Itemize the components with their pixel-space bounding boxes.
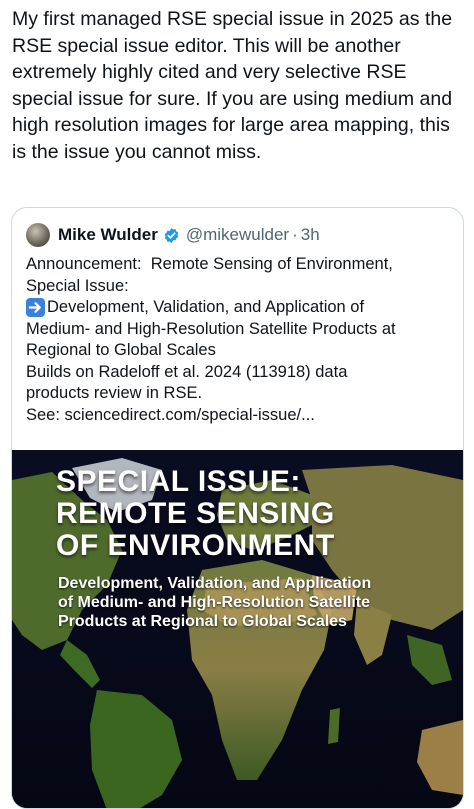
separator-dot: ·: [292, 225, 298, 244]
image-subtitle-line: of Medium- and High-Resolution Satellite: [58, 594, 370, 611]
quote-link[interactable]: See: sciencedirect.com/special-issue/...: [26, 405, 451, 427]
quote-line: Special Issue:: [26, 276, 129, 295]
quote-line: Announcement: Remote Sensing of Environm…: [26, 255, 393, 273]
quoted-post-card[interactable]: Mike Wulder @mikewulder · 3h Announcemen…: [11, 207, 464, 809]
author-name[interactable]: Mike Wulder: [58, 225, 158, 245]
post-time[interactable]: 3h: [301, 225, 320, 245]
image-title-line: OF ENVIRONMENT: [56, 529, 335, 562]
quote-line-text: Development, Validation, and Application…: [47, 298, 365, 316]
author-handle[interactable]: @mikewulder: [186, 225, 289, 245]
avatar[interactable]: [26, 223, 50, 247]
verified-badge-icon: [163, 227, 180, 244]
quote-line: Regional to Global Scales: [26, 341, 216, 359]
quote-line: products review in RSE.: [26, 384, 203, 402]
attached-image[interactable]: SPECIAL ISSUE: REMOTE SENSING OF ENVIRON…: [12, 450, 463, 808]
quoted-post-text: Announcement: Remote Sensing of Environm…: [26, 254, 451, 426]
image-title: SPECIAL ISSUE: REMOTE SENSING OF ENVIRON…: [56, 466, 335, 562]
image-title-line: REMOTE SENSING: [56, 497, 335, 530]
image-subtitle-line: Development, Validation, and Application: [58, 575, 372, 592]
post-text: My first managed RSE special issue in 20…: [12, 8, 453, 163]
image-subtitle: Development, Validation, and Application…: [58, 574, 371, 631]
image-subtitle-line: Products at Regional to Global Scales: [58, 613, 347, 630]
right-arrow-emoji-icon: [26, 298, 45, 317]
quote-line-with-emoji: Development, Validation, and Application…: [26, 297, 451, 319]
quote-line: Builds on Radeloff et al. 2024 (113918) …: [26, 362, 348, 381]
quote-line: Medium- and High-Resolution Satellite Pr…: [26, 319, 396, 338]
quoted-post-header: Mike Wulder @mikewulder · 3h: [26, 222, 320, 248]
image-title-line: SPECIAL ISSUE:: [56, 465, 301, 498]
